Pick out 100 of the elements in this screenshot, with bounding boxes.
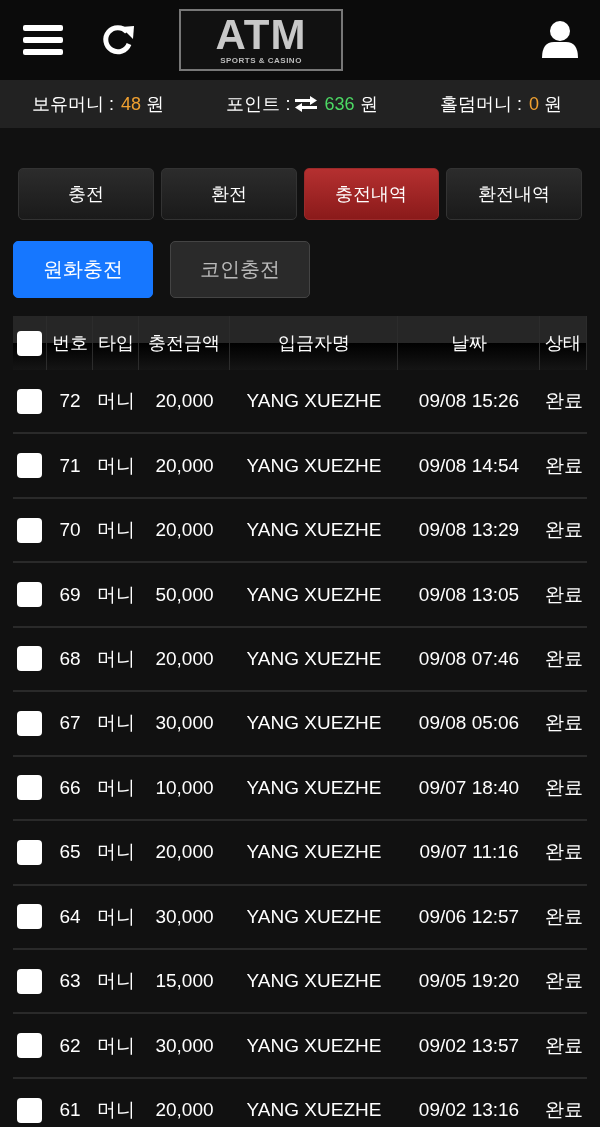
checkbox[interactable] — [17, 453, 42, 479]
table-cell: YANG XUEZHE — [246, 970, 382, 993]
table-cell: YANG XUEZHE — [246, 519, 382, 542]
table-cell-text: 머니 — [97, 646, 135, 671]
table-cell: 09/08 13:05 — [418, 583, 520, 606]
table-cell: 09/08 07:46 — [418, 647, 520, 670]
table-cell: 09/08 14:54 — [418, 454, 520, 477]
table-cell-text: 완료 — [544, 389, 583, 414]
table-cell: YANG XUEZHE — [246, 712, 382, 735]
checkbox[interactable] — [17, 330, 42, 356]
table-cell: 64 — [59, 905, 81, 928]
table-cell-text: 머니 — [97, 711, 135, 736]
table-cell-text: 머니 — [97, 1098, 135, 1123]
table-cell-text: 완료 — [544, 1033, 583, 1058]
table-cell: 09/07 18:40 — [418, 776, 520, 799]
table-cell-text: 머니 — [97, 904, 135, 929]
user-icon[interactable] — [540, 20, 580, 60]
checkbox[interactable] — [17, 646, 42, 672]
table-cell: YANG XUEZHE — [246, 905, 382, 928]
balance-label: 포인트 : — [226, 93, 291, 116]
tab[interactable]: 원화충전 — [13, 241, 153, 298]
table-cell: 50,000 — [155, 583, 214, 606]
table-cell: 20,000 — [155, 454, 214, 477]
table-cell: 20,000 — [155, 841, 214, 864]
checkbox[interactable] — [17, 582, 42, 608]
balance-label: 홀덤머니 : — [439, 93, 522, 116]
logo-title: ATM — [215, 14, 307, 56]
checkbox[interactable] — [17, 839, 42, 865]
table-cell: YANG XUEZHE — [246, 647, 382, 670]
checkbox[interactable] — [17, 517, 42, 543]
tab[interactable]: 환전 — [160, 168, 297, 220]
table-cell: YANG XUEZHE — [246, 841, 382, 864]
table-cell-text: 완료 — [544, 1098, 583, 1123]
table-cell: 09/05 19:20 — [418, 970, 520, 993]
table-cell-text: 완료 — [544, 904, 583, 929]
exchange-icon[interactable] — [295, 96, 318, 112]
logo-subtitle: SPORTS & CASINO — [220, 56, 302, 66]
table-cell: 69 — [59, 583, 81, 606]
menu-icon[interactable] — [23, 23, 63, 57]
table-cell: 68 — [59, 647, 81, 670]
checkbox[interactable] — [17, 388, 42, 414]
table-cell-text: 머니 — [97, 840, 135, 865]
logo[interactable]: ATM SPORTS & CASINO — [179, 9, 343, 71]
checkbox[interactable] — [17, 968, 42, 994]
table-cell-text: 완료 — [544, 775, 583, 800]
tab[interactable]: 충전 — [18, 168, 154, 220]
table-cell-text: 완료 — [544, 969, 583, 994]
tab[interactable]: 충전내역 — [303, 168, 440, 220]
table-cell: 09/02 13:16 — [418, 1099, 520, 1122]
table-cell-text: 완료 — [544, 840, 583, 865]
table-cell: 70 — [59, 519, 81, 542]
table-cell: YANG XUEZHE — [246, 776, 382, 799]
checkbox[interactable] — [17, 775, 42, 801]
table-cell: 30,000 — [155, 712, 214, 735]
table-cell: 09/08 13:29 — [418, 519, 520, 542]
table-cell: 67 — [59, 712, 81, 735]
table-cell: 72 — [59, 390, 81, 413]
table-cell: 20,000 — [155, 390, 214, 413]
table-cell: 09/02 13:57 — [418, 1034, 520, 1057]
table-cell: 20,000 — [155, 519, 214, 542]
table-cell: YANG XUEZHE — [246, 454, 382, 477]
checkbox[interactable] — [17, 710, 42, 736]
balance-label: 보유머니 : — [32, 93, 114, 116]
column-header: 충전금액 — [148, 332, 220, 355]
refresh-icon[interactable] — [101, 23, 135, 57]
table-cell: 20,000 — [155, 1099, 214, 1122]
column-header: 번호 — [51, 332, 88, 355]
table-cell: 30,000 — [155, 905, 214, 928]
balance-value: 636 — [324, 93, 355, 115]
table-cell: YANG XUEZHE — [246, 1099, 382, 1122]
column-header: 타입 — [97, 332, 134, 355]
table-cell: 65 — [59, 841, 81, 864]
table-cell-text: 완료 — [544, 711, 583, 736]
balance-value: 0 — [528, 93, 539, 115]
table-cell-text: 완료 — [544, 518, 583, 543]
column-header: 상태 — [545, 332, 581, 355]
table-cell-text: 완료 — [544, 582, 583, 607]
table-cell: 62 — [59, 1034, 81, 1057]
table-cell: 20,000 — [155, 647, 214, 670]
tab[interactable]: 코인충전 — [170, 241, 310, 298]
checkbox[interactable] — [17, 1097, 42, 1123]
checkbox[interactable] — [17, 904, 42, 930]
balance-value: 48 — [121, 93, 142, 115]
table-cell: 10,000 — [155, 776, 214, 799]
table-cell-text: 머니 — [97, 518, 135, 543]
table-cell: 09/07 11:16 — [419, 841, 519, 864]
table-cell-text: 머니 — [97, 389, 135, 414]
checkbox[interactable] — [17, 1033, 42, 1059]
table-cell: 15,000 — [155, 970, 214, 993]
table-cell: YANG XUEZHE — [246, 583, 382, 606]
column-header: 입금자명 — [277, 332, 350, 355]
table-cell: 71 — [59, 454, 81, 477]
table-cell: 63 — [59, 970, 81, 993]
tab[interactable]: 환전내역 — [446, 168, 582, 220]
table-cell: 61 — [59, 1099, 81, 1122]
table-cell-text: 완료 — [544, 453, 583, 478]
column-header: 날짜 — [450, 332, 487, 355]
table-cell-text: 머니 — [97, 1033, 135, 1058]
table-cell: 30,000 — [155, 1034, 214, 1057]
table-cell-text: 완료 — [544, 646, 583, 671]
